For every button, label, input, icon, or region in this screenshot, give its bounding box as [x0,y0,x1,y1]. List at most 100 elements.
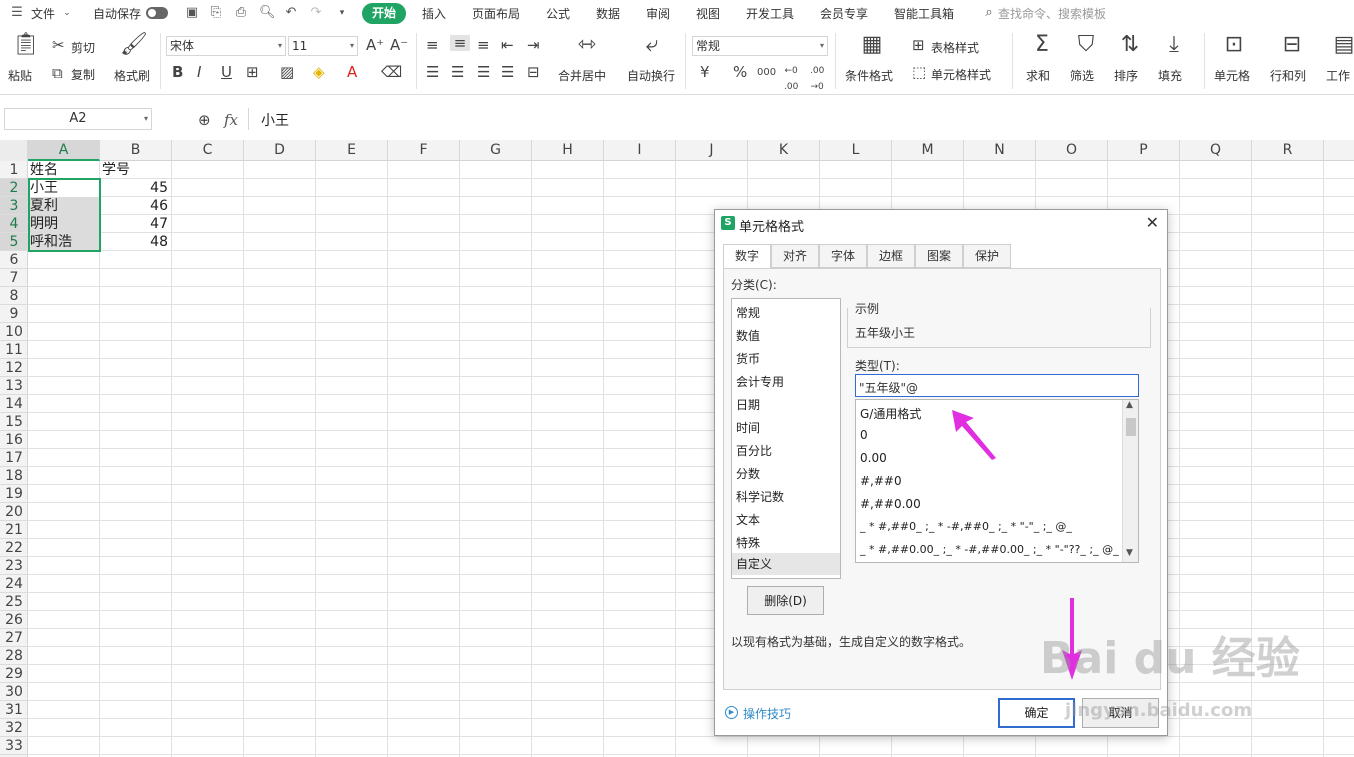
scrollbar[interactable]: ▲ ▼ [1122,400,1138,562]
grid-cell[interactable]: 47 [102,215,170,233]
format-painter-icon[interactable]: 🖌︎ [120,33,148,57]
print-preview-icon[interactable]: 🔍︎ [259,6,276,20]
row-header[interactable]: 31 [0,701,28,719]
sum-icon[interactable]: Σ [1030,33,1054,57]
cell-style-icon[interactable]: ⬚ [912,64,926,80]
font-name-select[interactable]: 宋体 ▾ [166,36,286,56]
tab-alignment[interactable]: 对齐 [771,244,819,268]
sort-button[interactable]: 排序 [1114,67,1138,84]
type-item[interactable]: _ * #,##0_ ;_ * -#,##0_ ;_ * "-"_ ;_ @_ [860,520,1072,533]
zoom-search-icon[interactable]: ⊕ [198,112,211,128]
border-icon[interactable]: ⊞ [246,64,259,80]
percent-icon[interactable]: % [733,64,747,80]
column-header[interactable]: D [244,140,316,161]
align-middle-icon[interactable]: ≡ [450,35,470,51]
row-col-icon[interactable]: ⊟ [1280,33,1304,57]
category-item[interactable]: 货币 [736,350,760,367]
print-icon[interactable]: ⎙ [234,6,248,20]
column-header[interactable]: O [1036,140,1108,161]
filter-button[interactable]: 筛选 [1070,67,1094,84]
fill-button[interactable]: 填充 [1158,67,1182,84]
close-icon[interactable]: ✕ [1146,213,1159,232]
row-header[interactable]: 10 [0,323,28,341]
category-item[interactable]: 会计专用 [736,373,784,390]
row-header[interactable]: 6 [0,251,28,269]
export-icon[interactable]: ⎘ [209,6,223,20]
row-header[interactable]: 27 [0,629,28,647]
cut-button[interactable]: 剪切 [71,39,95,56]
tab-number[interactable]: 数字 [723,244,771,269]
category-item[interactable]: 自定义 [732,553,840,575]
scroll-up-icon[interactable]: ▲ [1126,400,1133,410]
fill-icon[interactable]: ⤓ [1162,33,1186,57]
tab-formulas[interactable]: 公式 [546,5,570,22]
fill-pattern-icon[interactable]: ▨ [280,64,294,80]
type-item[interactable]: G/通用格式 [860,405,921,422]
table-style-icon[interactable]: ⊞ [912,37,925,53]
conditional-format-icon[interactable]: ▦ [860,33,884,57]
tips-link[interactable]: 操作技巧 [743,705,791,722]
file-menu[interactable]: 文件 [31,5,55,22]
decrease-font-icon[interactable]: A⁻ [390,37,408,53]
type-item[interactable]: 0 [860,428,868,442]
grid-cell[interactable]: 45 [102,179,170,197]
delete-button[interactable]: 删除(D) [747,586,824,615]
conditional-format-button[interactable]: 条件格式 [845,67,893,84]
category-item[interactable]: 常规 [736,304,760,321]
row-header[interactable]: 3 [0,197,28,215]
column-header[interactable]: A [28,140,100,161]
type-item[interactable]: 0.00 [860,451,887,465]
hamburger-menu-icon[interactable]: ☰ [10,6,24,20]
currency-icon[interactable]: ¥ [700,64,710,80]
row-header[interactable]: 12 [0,359,28,377]
copy-icon[interactable]: ⧉ [52,65,63,81]
row-header[interactable]: 25 [0,593,28,611]
tab-smart-toolbox[interactable]: 智能工具箱 [894,5,954,22]
column-header[interactable]: P [1108,140,1180,161]
autosave-toggle[interactable] [146,7,168,19]
tab-home[interactable]: 开始 [362,3,407,24]
row-header[interactable]: 14 [0,395,28,413]
row-header[interactable]: 32 [0,719,28,737]
grid-cell[interactable]: 姓名 [30,161,98,179]
thousands-icon[interactable]: 000 [757,65,776,81]
row-header[interactable]: 5 [0,233,28,251]
align-bottom-icon[interactable]: ≡ [477,37,490,53]
scrollbar-thumb[interactable] [1126,418,1136,436]
filter-icon[interactable]: ⛉ [1074,33,1098,57]
increase-font-icon[interactable]: A⁺ [366,37,384,53]
row-header[interactable]: 30 [0,683,28,701]
decrease-decimal-icon[interactable]: .00 →0 [810,63,824,95]
category-item[interactable]: 数值 [736,327,760,344]
column-header[interactable]: E [316,140,388,161]
indent-decrease-icon[interactable]: ⇤ [501,37,514,53]
row-header[interactable]: 9 [0,305,28,323]
row-header[interactable]: 15 [0,413,28,431]
category-item[interactable]: 科学记数 [736,488,784,505]
row-header[interactable]: 23 [0,557,28,575]
grid-cell[interactable]: 小王 [30,179,98,197]
paste-button[interactable]: 粘贴 [8,67,32,84]
row-header[interactable]: 1 [0,161,28,179]
column-header[interactable]: C [172,140,244,161]
cell-button[interactable]: 单元格 [1214,67,1250,84]
type-input[interactable]: "五年级"@ [855,374,1139,397]
row-header[interactable]: 7 [0,269,28,287]
underline-icon[interactable]: U [221,64,232,80]
cell-icon[interactable]: ⊡ [1222,33,1246,57]
command-search-input[interactable]: 查找命令、搜索模板 [998,5,1106,22]
column-header[interactable]: Q [1180,140,1252,161]
row-header[interactable]: 18 [0,467,28,485]
tab-insert[interactable]: 插入 [422,5,446,22]
category-item[interactable]: 日期 [736,396,760,413]
scissors-icon[interactable]: ✂ [52,37,65,53]
sheet-icon[interactable]: ▤ [1332,33,1354,57]
column-header[interactable]: I [604,140,676,161]
tab-pattern[interactable]: 图案 [915,244,963,268]
row-header[interactable]: 11 [0,341,28,359]
sort-icon[interactable]: ⇅ [1118,33,1142,57]
chevron-down-icon[interactable]: ⌄ [60,6,74,20]
align-center-icon[interactable]: ☰ [451,64,464,80]
category-item[interactable]: 百分比 [736,442,772,459]
row-header[interactable]: 2 [0,179,28,197]
